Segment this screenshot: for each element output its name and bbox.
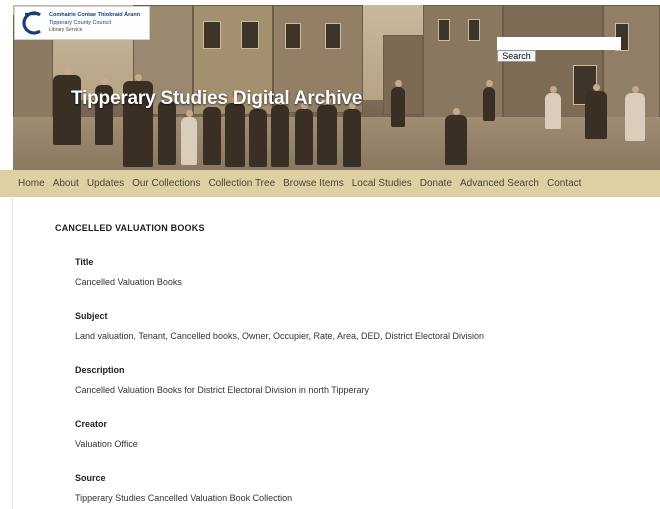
nav-item-advanced-search[interactable]: Advanced Search — [460, 178, 539, 189]
logo-text-irish: Comhairle Contae Thiobraid Árann — [49, 12, 141, 18]
main-nav: Home About Updates Our Collections Colle… — [13, 170, 660, 197]
nav-item-local-studies[interactable]: Local Studies — [352, 178, 412, 189]
nav-item-updates[interactable]: Updates — [87, 178, 124, 189]
field-label: Subject — [75, 311, 108, 321]
banner-figure — [53, 68, 81, 145]
banner-figure — [181, 110, 197, 165]
field-value: Tipperary Studies Cancelled Valuation Bo… — [75, 493, 293, 503]
banner-window — [203, 21, 221, 49]
nav-left-strip — [0, 170, 13, 197]
field-label: Description — [75, 365, 125, 375]
banner-figure — [391, 80, 405, 127]
field-value: Cancelled Valuation Books — [75, 277, 182, 287]
site-title[interactable]: Tipperary Studies Digital Archive — [71, 88, 362, 110]
council-logo[interactable]: Comhairle Contae Thiobraid Árann Tippera… — [14, 6, 150, 40]
field-label: Title — [75, 257, 94, 267]
field-label: Creator — [75, 419, 108, 429]
logo-text-service: Library Service — [49, 27, 83, 33]
field-value: Cancelled Valuation Books for District E… — [75, 385, 369, 395]
nav-item-donate[interactable]: Donate — [420, 178, 452, 189]
nav-item-collection-tree[interactable]: Collection Tree — [208, 178, 275, 189]
field-title: Title Cancelled Valuation Books — [75, 257, 182, 287]
banner-figure — [445, 108, 467, 165]
field-description: Description Cancelled Valuation Books fo… — [75, 365, 369, 395]
record-title: CANCELLED VALUATION BOOKS — [55, 223, 205, 233]
banner-figure — [585, 84, 607, 139]
banner-figure — [545, 86, 561, 129]
banner-figure — [203, 100, 221, 165]
banner-window — [325, 23, 341, 49]
banner-window — [285, 23, 301, 49]
nav-item-browse-items[interactable]: Browse Items — [283, 178, 344, 189]
banner-figure — [271, 98, 289, 167]
field-label: Source — [75, 473, 106, 483]
banner-window — [438, 19, 450, 41]
field-value: Valuation Office — [75, 439, 138, 449]
banner-figure — [295, 102, 313, 165]
field-value: Land valuation, Tenant, Cancelled books,… — [75, 331, 485, 341]
banner-figure — [483, 80, 495, 121]
banner-window — [468, 19, 480, 41]
content-left-border — [12, 197, 13, 509]
field-source: Source Tipperary Studies Cancelled Valua… — [75, 473, 292, 503]
banner-figure — [249, 102, 267, 167]
banner-figure — [225, 96, 245, 167]
search-input[interactable] — [497, 37, 621, 50]
nav-item-our-collections[interactable]: Our Collections — [132, 178, 200, 189]
nav-item-about[interactable]: About — [53, 178, 79, 189]
council-logo-icon — [22, 11, 41, 35]
banner-figure — [625, 86, 645, 141]
logo-text-english: Tipperary County Council — [49, 20, 111, 26]
field-subject: Subject Land valuation, Tenant, Cancelle… — [75, 311, 484, 341]
banner-figure — [158, 94, 176, 165]
search-button[interactable]: Search — [497, 50, 536, 62]
field-creator: Creator Valuation Office — [75, 419, 138, 449]
banner-window — [241, 21, 259, 49]
banner-figure — [317, 98, 337, 165]
banner-figure — [343, 102, 361, 167]
nav-item-contact[interactable]: Contact — [547, 178, 581, 189]
nav-item-home[interactable]: Home — [18, 178, 45, 189]
